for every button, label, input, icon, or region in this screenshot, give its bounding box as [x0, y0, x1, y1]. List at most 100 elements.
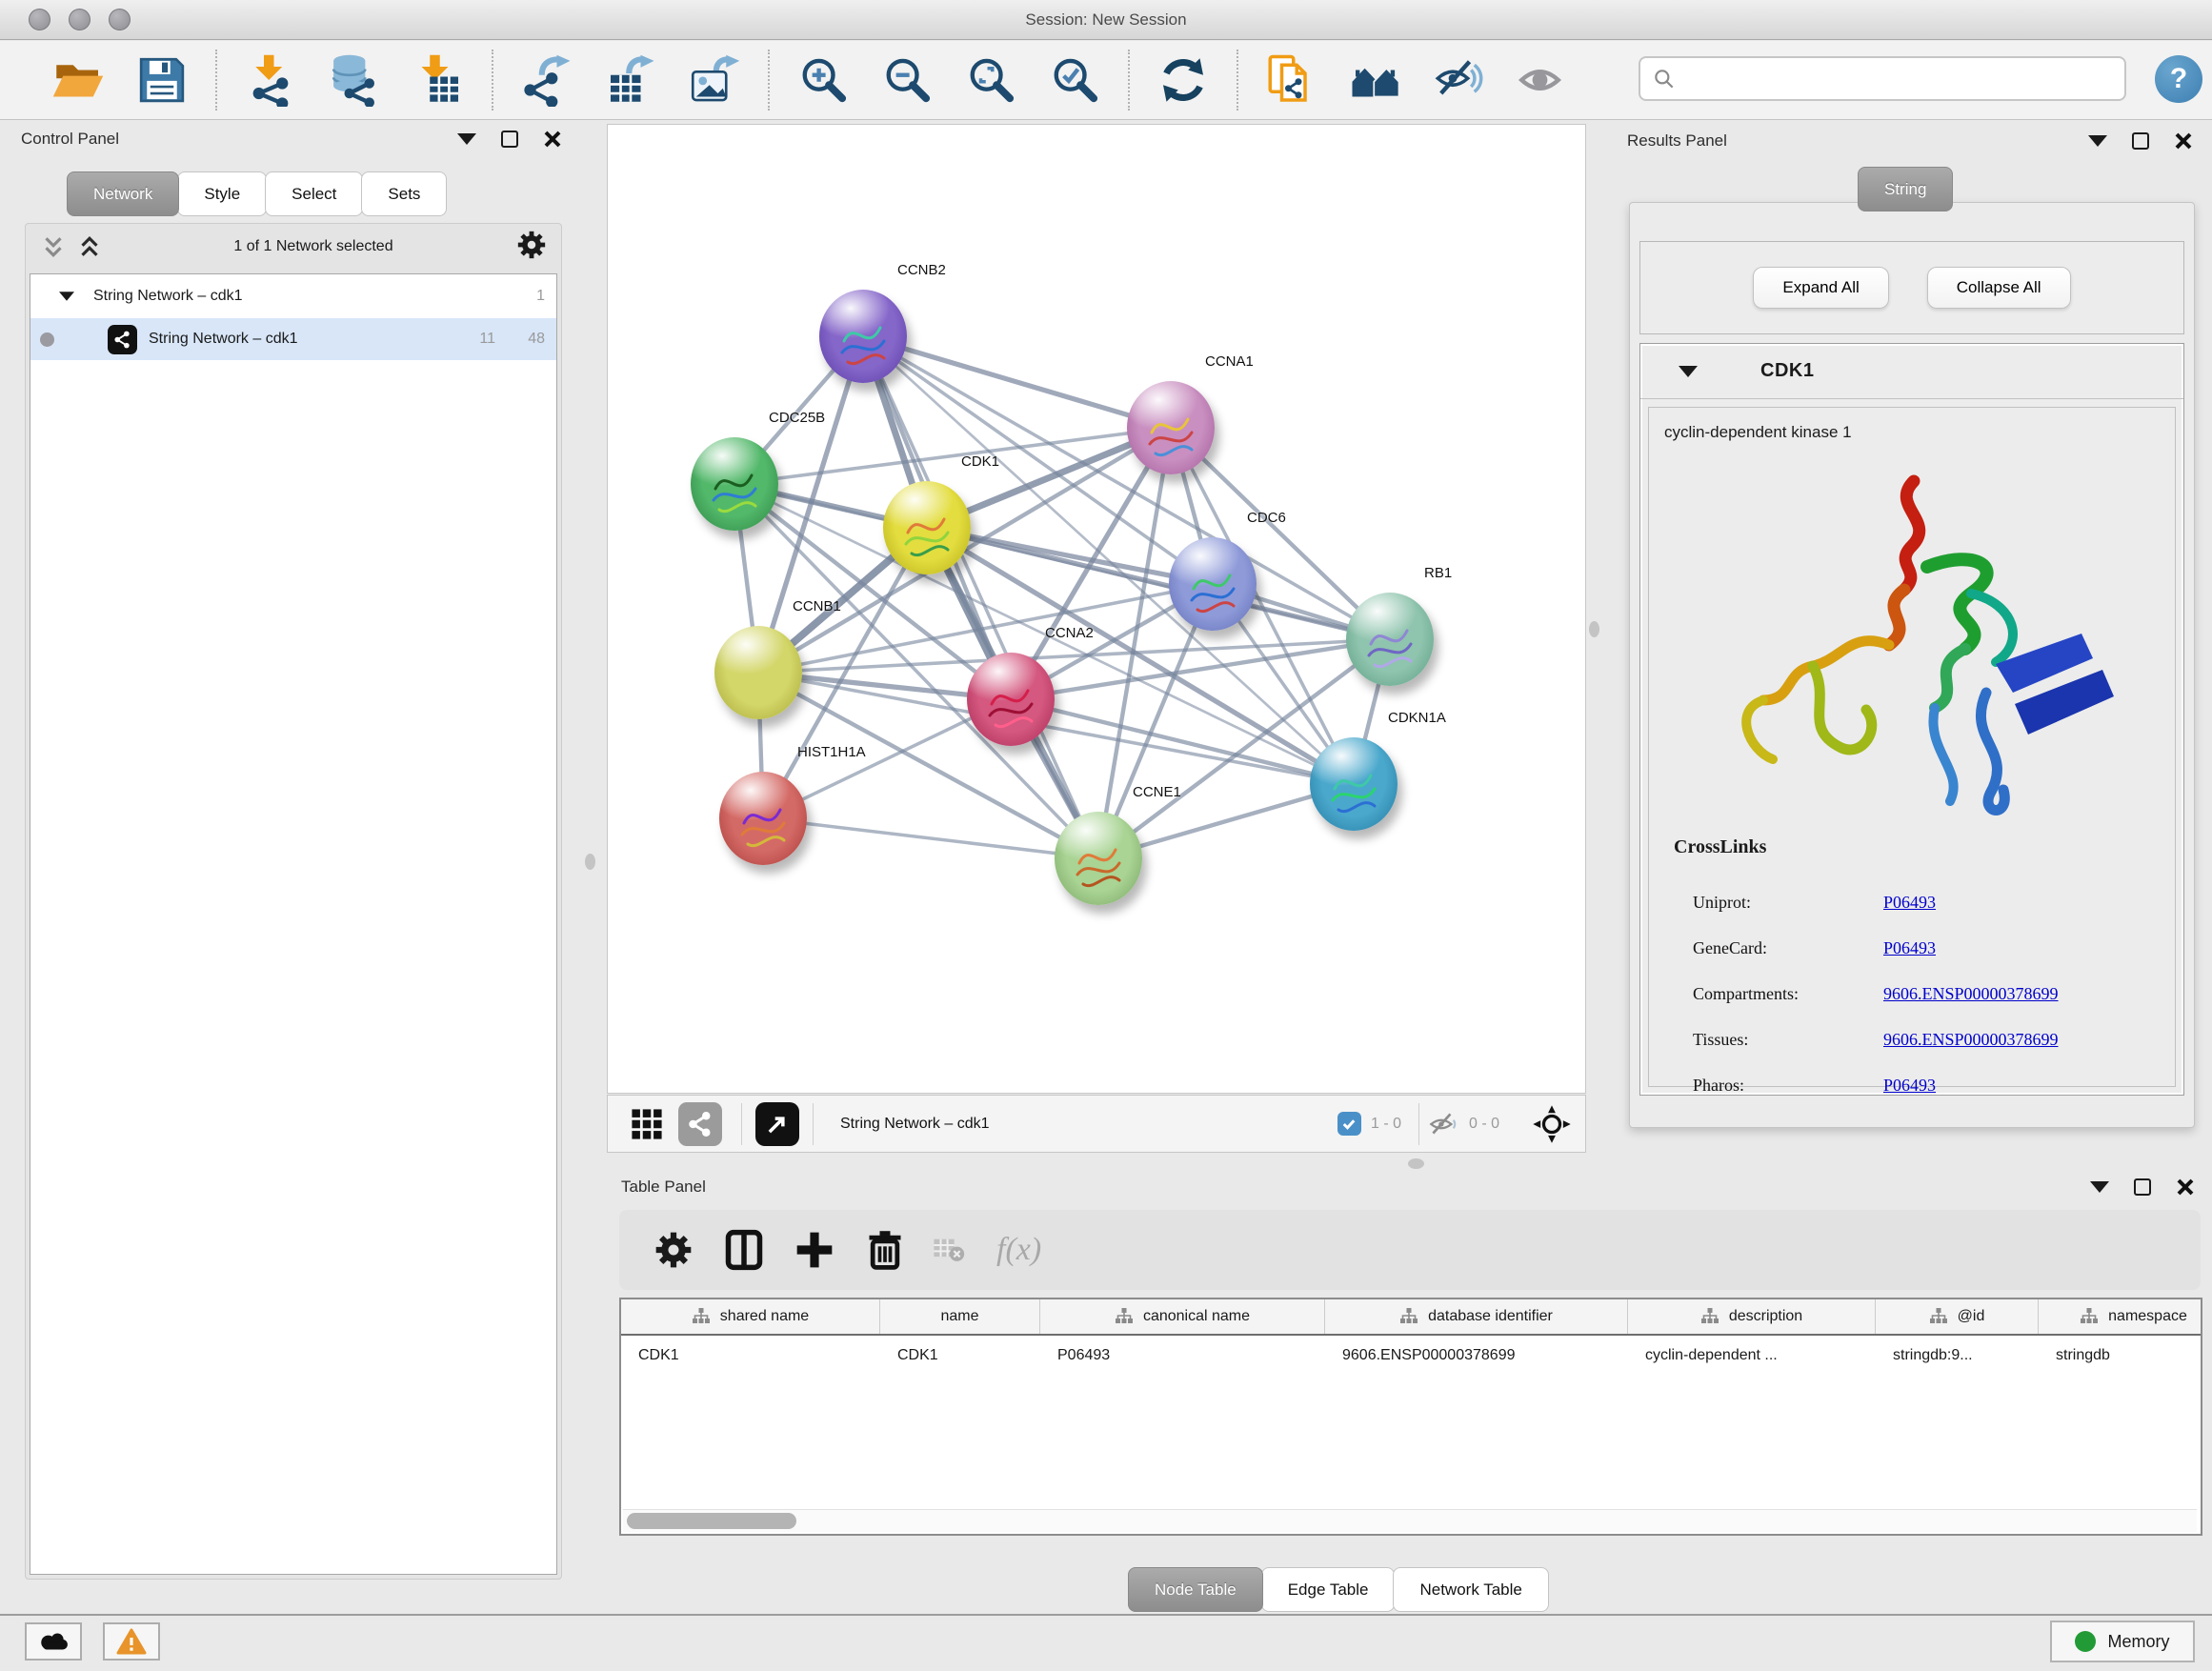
column-header-namespace[interactable]: namespace	[2039, 1299, 2202, 1334]
expand-all-networks-icon[interactable]	[39, 232, 68, 261]
search-input[interactable]	[1684, 70, 2124, 89]
import-network-button[interactable]	[241, 50, 300, 110]
hide-glass-button[interactable]	[1430, 50, 1489, 110]
export-table-button[interactable]	[601, 50, 660, 110]
node-table[interactable]: shared namenamecanonical namedatabase id…	[619, 1298, 2202, 1536]
network-node-ccnb2[interactable]	[819, 290, 907, 383]
panel-float-icon[interactable]	[501, 131, 518, 148]
panel-float-icon[interactable]	[2134, 1178, 2151, 1196]
table-cell[interactable]: stringdb:9...	[1876, 1347, 2039, 1364]
network-node-rb1[interactable]	[1346, 593, 1434, 686]
gene-card-header[interactable]: CDK1	[1640, 344, 2183, 399]
function-builder-button[interactable]: f(x)	[996, 1232, 1041, 1268]
panel-close-icon[interactable]	[2174, 131, 2193, 151]
tab-string[interactable]: String	[1858, 167, 1953, 211]
add-column-button[interactable]	[787, 1222, 842, 1278]
column-header-description[interactable]: description	[1628, 1299, 1876, 1334]
network-node-cdc25b[interactable]	[691, 437, 778, 531]
zoom-selected-button[interactable]	[1045, 50, 1104, 110]
delete-table-button[interactable]	[928, 1222, 970, 1278]
network-node-ccnb1[interactable]	[714, 626, 802, 719]
warnings-button[interactable]	[103, 1622, 160, 1661]
network-view-type-button[interactable]	[678, 1102, 722, 1146]
table-row[interactable]: CDK1CDK1P064939606.ENSP00000378699cyclin…	[621, 1336, 2201, 1376]
panel-menu-icon[interactable]	[2088, 135, 2107, 147]
table-horizontal-scrollbar[interactable]	[623, 1509, 2197, 1532]
right-splitter-handle[interactable]	[1589, 621, 1599, 637]
column-header-shared-name[interactable]: shared name	[621, 1299, 880, 1334]
table-cell[interactable]: CDK1	[621, 1347, 880, 1364]
help-button[interactable]: ?	[2155, 55, 2202, 103]
open-session-button[interactable]	[49, 50, 108, 110]
memory-button[interactable]: Memory	[2050, 1621, 2195, 1662]
tab-select[interactable]: Select	[265, 171, 363, 216]
network-collection-row[interactable]: String Network – cdk1 1	[30, 274, 556, 318]
tab-sets[interactable]: Sets	[361, 171, 447, 216]
import-network-from-database-button[interactable]	[325, 50, 384, 110]
toolbar-search[interactable]	[1639, 56, 2126, 101]
collection-expander-icon[interactable]	[59, 292, 74, 301]
export-network-button[interactable]	[517, 50, 576, 110]
network-node-ccna1[interactable]	[1127, 381, 1215, 474]
string-home-button[interactable]	[1346, 50, 1405, 110]
network-node-ccna2[interactable]	[967, 653, 1055, 746]
network-node-cdk1[interactable]	[883, 481, 971, 574]
crosslink-link[interactable]: 9606.ENSP00000378699	[1883, 984, 2059, 1004]
delete-column-button[interactable]	[857, 1222, 913, 1278]
minimize-window-button[interactable]	[69, 9, 90, 30]
column-header--id[interactable]: @id	[1876, 1299, 2039, 1334]
network-edge[interactable]	[863, 336, 1098, 858]
collapse-all-button[interactable]: Collapse All	[1927, 267, 2071, 309]
column-header-database-identifier[interactable]: database identifier	[1325, 1299, 1628, 1334]
crosslink-link[interactable]: 9606.ENSP00000378699	[1883, 1030, 2059, 1050]
save-session-button[interactable]	[132, 50, 191, 110]
network-node-ccne1[interactable]	[1055, 812, 1142, 905]
network-node-cdkn1a[interactable]	[1310, 737, 1398, 831]
panel-menu-icon[interactable]	[457, 133, 476, 145]
import-table-button[interactable]	[409, 50, 468, 110]
copy-network-button[interactable]	[1262, 50, 1321, 110]
scrollbar-thumb[interactable]	[627, 1513, 796, 1529]
show-glass-button[interactable]	[1514, 50, 1573, 110]
apply-style-button[interactable]	[1154, 50, 1213, 110]
column-header-canonical-name[interactable]: canonical name	[1040, 1299, 1325, 1334]
gene-expander-icon[interactable]	[1679, 366, 1698, 377]
crosslink-link[interactable]: P06493	[1883, 938, 1936, 958]
zoom-fit-button[interactable]	[961, 50, 1020, 110]
tab-network-table[interactable]: Network Table	[1393, 1567, 1548, 1612]
network-edge[interactable]	[763, 818, 1098, 858]
collapse-all-networks-icon[interactable]	[75, 232, 104, 261]
network-node-cdc6[interactable]	[1169, 537, 1257, 631]
panel-float-icon[interactable]	[2132, 132, 2149, 150]
zoom-in-button[interactable]	[794, 50, 853, 110]
table-cell[interactable]: CDK1	[880, 1347, 1040, 1364]
crosslink-link[interactable]: P06493	[1883, 893, 1936, 913]
table-options-button[interactable]	[646, 1222, 701, 1278]
close-window-button[interactable]	[29, 9, 50, 30]
table-cell[interactable]: 9606.ENSP00000378699	[1325, 1347, 1628, 1364]
crosslink-link[interactable]: P06493	[1883, 1076, 1936, 1096]
network-edge[interactable]	[863, 336, 1171, 428]
network-canvas[interactable]: CCNB2CCNA1CDC25BCDK1CDC6RB1CCNB1CCNA2CDK…	[607, 124, 1586, 1094]
expand-all-button[interactable]: Expand All	[1753, 267, 1888, 309]
tab-edge-table[interactable]: Edge Table	[1261, 1567, 1396, 1612]
panel-menu-icon[interactable]	[2090, 1181, 2109, 1193]
birdseye-view-button[interactable]	[625, 1102, 669, 1146]
tab-network[interactable]: Network	[67, 171, 179, 216]
table-cell[interactable]: stringdb	[2039, 1347, 2202, 1364]
left-splitter-handle[interactable]	[585, 854, 595, 870]
column-header-name[interactable]: name	[880, 1299, 1040, 1334]
tab-node-table[interactable]: Node Table	[1128, 1567, 1263, 1612]
panel-close-icon[interactable]	[543, 130, 562, 149]
cloud-status-button[interactable]	[25, 1622, 82, 1661]
network-node-hist1h1a[interactable]	[719, 772, 807, 865]
zoom-window-button[interactable]	[109, 9, 131, 30]
window-buttons[interactable]	[29, 9, 131, 30]
zoom-out-button[interactable]	[877, 50, 936, 110]
show-columns-button[interactable]	[716, 1222, 772, 1278]
panel-close-icon[interactable]	[2176, 1178, 2195, 1197]
network-options-button[interactable]	[515, 229, 548, 266]
network-row[interactable]: String Network – cdk1 11 48	[30, 318, 556, 360]
tab-style[interactable]: Style	[177, 171, 267, 216]
bottom-splitter-handle[interactable]	[1408, 1158, 1424, 1169]
